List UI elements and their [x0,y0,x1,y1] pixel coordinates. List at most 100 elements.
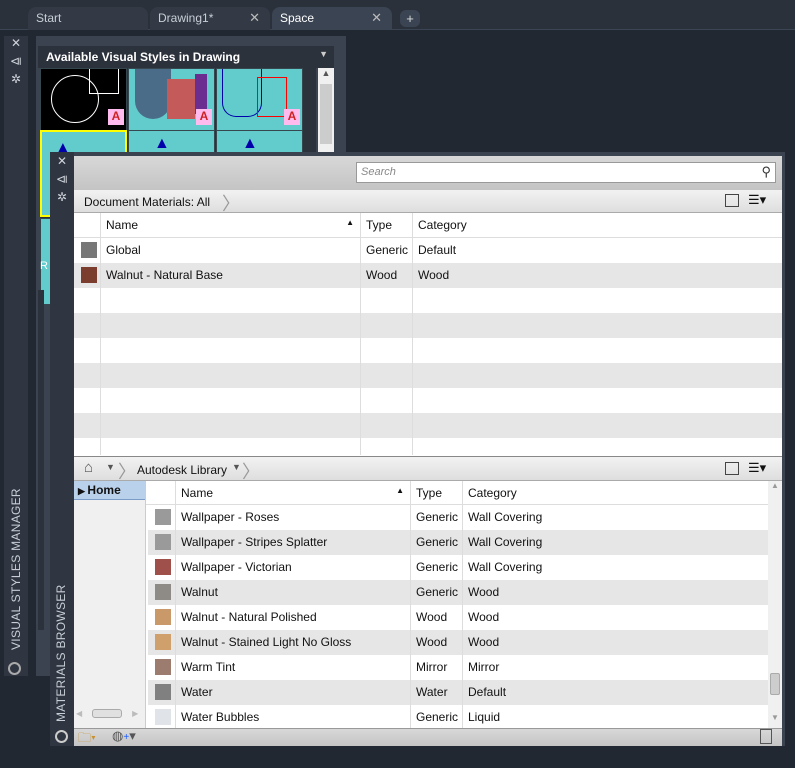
tree-item-home[interactable]: ▶ Home [74,481,145,500]
cell-type: Generic [410,555,462,580]
table-row[interactable]: Walnut - Natural Polished Wood Wood [148,605,768,630]
thumbnail-cell [148,630,175,655]
cell-category: Default [462,680,768,705]
cell-name [100,438,360,455]
material-editor-icon[interactable] [760,729,772,744]
scroll-up-icon[interactable]: ▲ [768,481,782,490]
cell-type [360,388,412,413]
mb-title: MATERIALS BROWSER [54,584,68,722]
cell-type: Mirror [410,655,462,680]
create-material-icon[interactable]: ◍+▾ [112,728,136,744]
cell-type [360,338,412,363]
library-scrollbar[interactable]: ▲ ▼ [768,481,782,728]
close-icon[interactable]: ✕ [371,10,382,26]
expand-icon[interactable]: ▶ [78,486,87,496]
tab-label: Space [280,11,315,25]
table-row[interactable]: Walnut - Natural Base Wood Wood [74,263,782,288]
sort-ascending-icon: ▲ [396,486,404,495]
column-category[interactable]: Category [462,481,768,504]
table-row[interactable]: Water Bubbles Generic Liquid [148,705,768,728]
column-type[interactable]: Type [410,481,462,504]
auto-hide-icon[interactable]: ⧏ [55,172,69,186]
mb-side-strip: ✕ ⧏ ✲ MATERIALS BROWSER [50,152,74,746]
scroll-down-icon[interactable]: ▼ [771,713,779,722]
palette-icon [8,662,21,675]
material-swatch-icon [155,509,171,525]
chevron-down-icon[interactable]: ▼ [232,462,241,472]
thumbnail-cell [148,680,175,705]
breadcrumb-autodesk-library[interactable]: Autodesk Library [137,463,227,477]
cell-name [100,413,360,438]
column-type[interactable]: Type [360,213,412,237]
material-swatch-icon [81,242,97,258]
column-name[interactable]: Name ▲ [100,213,360,237]
scroll-thumb[interactable] [770,673,780,695]
scrollbar[interactable]: ▲ [318,68,334,158]
properties-icon[interactable]: ✲ [9,72,23,86]
view-panel-icon[interactable] [725,194,739,207]
thumbnail-cell [148,505,175,530]
tab-bar: Start Drawing1* ✕ Space ✕ + [0,0,795,30]
cell-name: Walnut - Natural Base [100,263,360,288]
tab-start[interactable]: Start [28,7,148,30]
cell-category [412,338,782,363]
vsm-header[interactable]: Available Visual Styles in Drawing ▼ [38,46,334,68]
manage-library-icon[interactable]: 🗀▾ [78,729,96,751]
new-tab-button[interactable]: + [400,10,420,27]
cell-type [360,413,412,438]
view-panel-icon[interactable] [725,462,739,475]
close-icon[interactable]: ✕ [9,36,23,50]
table-row[interactable]: Warm Tint Mirror Mirror [148,655,768,680]
table-row[interactable]: Wallpaper - Stripes Splatter Generic Wall … [148,530,768,555]
list-view-icon[interactable]: ☰▾ [748,192,766,208]
table-row[interactable]: Wallpaper - Roses Generic Wall Covering [148,505,768,530]
tab-drawing1[interactable]: Drawing1* ✕ [150,7,270,30]
document-materials-list: Global Generic Default Walnut - Natural Bas… [74,238,782,455]
close-icon[interactable]: ✕ [249,10,260,26]
properties-icon[interactable]: ✲ [55,190,69,204]
cell-name: Water [175,680,410,705]
list-view-icon[interactable]: ☰▾ [748,460,766,476]
cell-category: Wall Covering [462,555,768,580]
empty-row [74,313,782,338]
doc-table-header: Name ▲ Type Category [74,213,782,238]
table-row[interactable]: Walnut - Stained Light No Gloss Wood Wood [148,630,768,655]
chevron-down-icon[interactable]: ▼ [106,462,115,472]
search-icon[interactable]: ⚲ [761,164,771,180]
close-icon[interactable]: ✕ [55,154,69,168]
empty-row [74,388,782,413]
search-input[interactable]: Search ⚲ [356,162,776,183]
breadcrumb-document-materials[interactable]: Document Materials: All [84,195,210,209]
table-row[interactable]: Wallpaper - Victorian Generic Wall Coverin… [148,555,768,580]
library-tree: ▶ Home ◀ ▶ [74,481,146,728]
tree-scrollbar[interactable]: ◀ ▶ [76,709,144,721]
cell-type [360,363,412,388]
cell-name: Walnut - Natural Polished [175,605,410,630]
auto-hide-icon[interactable]: ⧏ [9,54,23,68]
cell-name: Wallpaper - Roses [175,505,410,530]
tab-space[interactable]: Space ✕ [272,7,392,30]
cell-type [360,313,412,338]
palette-icon [55,730,68,743]
cell-type [360,438,412,455]
cell-type: Wood [410,630,462,655]
column-category[interactable]: Category [412,213,782,237]
cell-type: Water [410,680,462,705]
chevron-down-icon[interactable]: ▼ [319,49,328,59]
cell-name: Global [100,238,360,263]
vsm-title: VISUAL STYLES MANAGER [9,488,23,650]
table-row[interactable]: Water Water Default [148,680,768,705]
cell-category [412,313,782,338]
cell-name: Warm Tint [175,655,410,680]
vsm-scrollbar[interactable] [38,290,44,630]
cell-name [100,288,360,313]
table-row[interactable]: Walnut Generic Wood [148,580,768,605]
thumbnail-cell [74,388,100,413]
cell-category: Default [412,238,782,263]
column-name[interactable]: Name ▲ [175,481,410,504]
cell-type: Wood [410,605,462,630]
cell-category: Wood [462,580,768,605]
scroll-up-icon[interactable]: ▲ [318,68,334,78]
table-row[interactable]: Global Generic Default [74,238,782,263]
home-icon[interactable]: ⌂ [84,459,93,476]
